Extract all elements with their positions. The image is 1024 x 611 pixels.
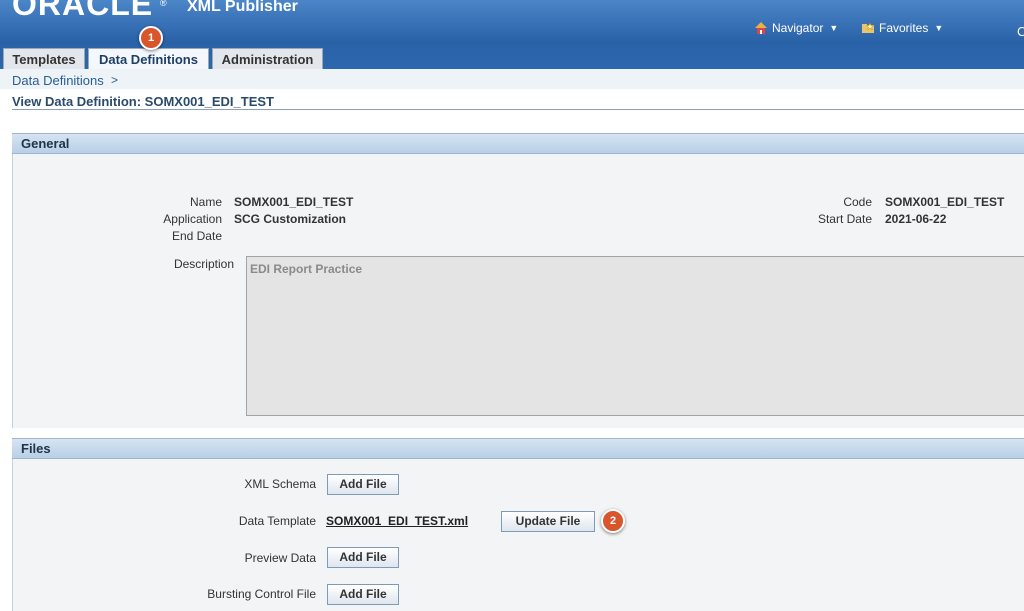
- application-value: SCG Customization: [234, 212, 347, 226]
- bursting-add-file-button[interactable]: Add File: [327, 584, 399, 605]
- home-icon: [755, 22, 767, 34]
- preview-data-label: Preview Data: [244, 551, 316, 565]
- files-section-title: Files: [21, 441, 51, 456]
- code-label: Code: [843, 195, 872, 209]
- xml-schema-add-file-button[interactable]: Add File: [327, 474, 399, 495]
- tab-administration[interactable]: Administration: [212, 48, 323, 69]
- breadcrumb-bar: [0, 69, 1024, 89]
- breadcrumb-separator: >: [111, 73, 119, 87]
- page-title: View Data Definition: SOMX001_EDI_TEST: [12, 94, 274, 109]
- application-label: Application: [163, 212, 222, 226]
- general-section-title: General: [21, 136, 70, 151]
- navigator-menu[interactable]: Navigator ▼: [754, 21, 838, 35]
- navigator-label: Navigator: [772, 21, 824, 35]
- preview-data-add-file-button[interactable]: Add File: [327, 547, 399, 568]
- xml-schema-label: XML Schema: [244, 477, 316, 491]
- breadcrumb-data-definitions[interactable]: Data Definitions: [12, 73, 104, 88]
- description-textarea: [246, 256, 1024, 416]
- header-cut-text: C: [1017, 24, 1024, 39]
- favorites-folder-icon: [862, 22, 875, 33]
- oracle-logo: ORACLE: [12, 0, 154, 22]
- tab-templates[interactable]: Templates: [3, 48, 85, 69]
- data-template-label: Data Template: [238, 514, 316, 528]
- description-value: EDI Report Practice: [250, 262, 363, 276]
- name-value: SOMX001_EDI_TEST: [234, 195, 354, 209]
- favorites-label: Favorites: [879, 21, 929, 35]
- favorites-menu[interactable]: Favorites ▼: [861, 21, 943, 35]
- tab-data-definitions[interactable]: Data Definitions: [88, 48, 209, 69]
- start-date-label: Start Date: [817, 212, 872, 226]
- code-value: SOMX001_EDI_TEST: [885, 195, 1005, 209]
- chevron-down-icon: ▼: [829, 23, 839, 33]
- description-label: Description: [173, 257, 234, 271]
- update-file-button[interactable]: Update File: [501, 511, 595, 532]
- callout-badge-2: 2: [601, 509, 625, 533]
- files-section-header: Files: [12, 438, 1024, 459]
- name-label: Name: [189, 195, 222, 209]
- start-date-value: 2021-06-22: [885, 212, 947, 226]
- general-section-header: General: [12, 133, 1024, 154]
- registered-mark: ®: [160, 0, 167, 8]
- bursting-control-file-label: Bursting Control File: [207, 587, 316, 601]
- end-date-label: End Date: [171, 229, 222, 243]
- app-title: XML Publisher: [187, 0, 298, 15]
- title-divider: [12, 109, 1024, 110]
- data-template-file-link[interactable]: SOMX001_EDI_TEST.xml: [326, 514, 468, 528]
- chevron-down-icon: ▼: [934, 23, 944, 33]
- callout-badge-1: 1: [139, 26, 163, 50]
- app-header: ORACLE ® XML Publisher Navigator ▼ Favor…: [0, 0, 1024, 69]
